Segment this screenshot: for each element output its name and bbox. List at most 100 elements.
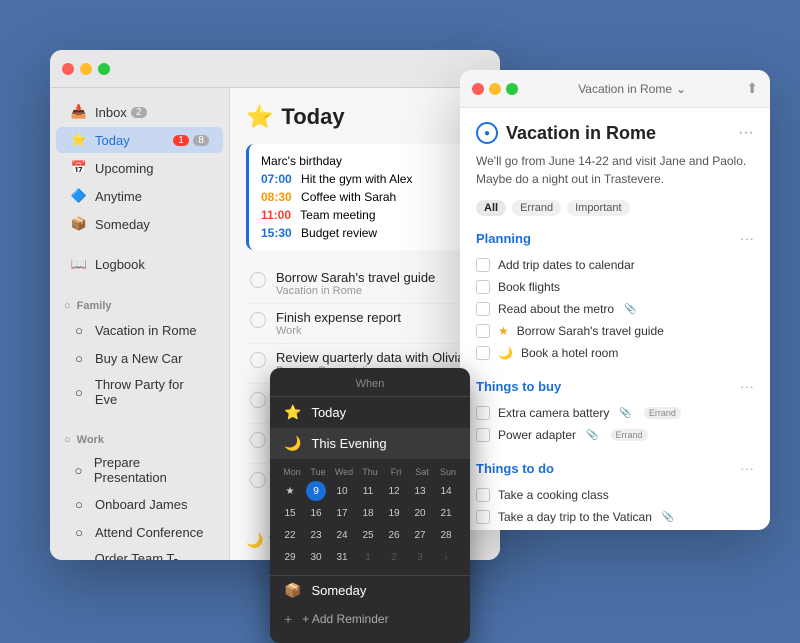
detail-task-calendar-label: Add trip dates to calendar [498, 258, 635, 272]
detail-more-button[interactable]: ··· [738, 124, 754, 142]
sidebar-item-vacation-rome[interactable]: ○ Vacation in Rome [56, 317, 223, 343]
cal-day-13[interactable]: 13 [410, 481, 430, 501]
pinned-coffee: 08:30 Coffee with Sarah [261, 188, 472, 206]
detail-close-button[interactable] [472, 83, 484, 95]
sidebar-item-inbox-label: Inbox [95, 105, 127, 120]
cal-day-17[interactable]: 17 [332, 503, 352, 523]
task-item-expense[interactable]: Finish expense report Work [246, 304, 484, 344]
cal-day-3[interactable]: 3 [410, 547, 430, 567]
sidebar-item-someday[interactable]: 📦 Someday [56, 211, 223, 237]
when-option-someday[interactable]: 📦 Someday [270, 575, 470, 605]
task-checkbox-car[interactable] [250, 432, 266, 448]
cal-day-15[interactable]: 15 [280, 503, 300, 523]
detail-task-vatican-label: Take a day trip to the Vatican [498, 510, 652, 524]
cal-day-2[interactable]: 2 [384, 547, 404, 567]
cal-day-25[interactable]: 25 [358, 525, 378, 545]
cal-day-29[interactable]: 29 [280, 547, 300, 567]
filter-tab-errand[interactable]: Errand [512, 200, 561, 216]
filter-tab-all[interactable]: All [476, 200, 506, 216]
sidebar-item-anytime[interactable]: 🔷 Anytime [56, 183, 223, 209]
sidebar-item-logbook[interactable]: 📖 Logbook [56, 251, 223, 277]
family-section-icon: ○ [64, 300, 71, 312]
sidebar-item-vacation-rome-label: Vacation in Rome [95, 323, 197, 338]
detail-checkbox-camera[interactable] [476, 406, 490, 420]
cal-day-27[interactable]: 27 [410, 525, 430, 545]
close-button[interactable] [62, 63, 74, 75]
cal-day-23[interactable]: 23 [306, 525, 326, 545]
detail-task-calendar[interactable]: Add trip dates to calendar [476, 254, 754, 276]
cal-day-16[interactable]: 16 [306, 503, 326, 523]
filter-tab-important[interactable]: Important [567, 200, 629, 216]
detail-checkbox-metro[interactable] [476, 302, 490, 316]
cal-day-star[interactable]: ★ [280, 481, 300, 501]
detail-task-cooking[interactable]: Take a cooking class [476, 484, 754, 506]
detail-checkbox-hotel-room[interactable] [476, 346, 490, 360]
cal-day-28[interactable]: 28 [436, 525, 456, 545]
sidebar-item-upcoming[interactable]: 📅 Upcoming [56, 155, 223, 181]
detail-task-vatican[interactable]: Take a day trip to the Vatican 📎 [476, 506, 754, 528]
detail-task-flights[interactable]: Book flights [476, 276, 754, 298]
cal-day-9[interactable]: 9 [306, 481, 326, 501]
add-reminder-plus-icon: + [284, 611, 292, 627]
cal-day-30[interactable]: 30 [306, 547, 326, 567]
cal-day-26[interactable]: 26 [384, 525, 404, 545]
detail-checkbox-travel-guide[interactable] [476, 324, 490, 338]
detail-checkbox-vatican[interactable] [476, 510, 490, 524]
cal-day-12[interactable]: 12 [384, 481, 404, 501]
task-checkbox-borrow[interactable] [250, 272, 266, 288]
when-option-today[interactable]: ⭐ Today [270, 397, 470, 428]
detail-checkbox-flights[interactable] [476, 280, 490, 294]
detail-checkbox-cooking[interactable] [476, 488, 490, 502]
detail-minimize-button[interactable] [489, 83, 501, 95]
task-checkbox-catering[interactable] [250, 392, 266, 408]
cal-thu: Thu [358, 467, 382, 477]
sidebar-item-buy-car[interactable]: ○ Buy a New Car [56, 345, 223, 371]
detail-task-travel-guide-label: Borrow Sarah's travel guide [517, 324, 664, 338]
task-sub-borrow: Vacation in Rome [276, 285, 480, 297]
sidebar-item-prepare-pres[interactable]: ○ Prepare Presentation [56, 451, 223, 489]
pinned-budget: 15:30 Budget review [261, 224, 472, 242]
cal-day-19[interactable]: 19 [384, 503, 404, 523]
when-popup: When ⭐ Today 🌙 This Evening Mon Tue Wed … [270, 368, 470, 643]
detail-share-icon[interactable]: ⬆ [746, 80, 758, 97]
minimize-button[interactable] [80, 63, 92, 75]
cal-day-10[interactable]: 10 [332, 481, 352, 501]
cal-mon: Mon [280, 467, 304, 477]
task-item-borrow[interactable]: Borrow Sarah's travel guide Vacation in … [246, 264, 484, 304]
detail-task-metro[interactable]: Read about the metro 📎 [476, 298, 754, 320]
cal-day-20[interactable]: 20 [410, 503, 430, 523]
cal-day-gt[interactable]: › [436, 547, 456, 567]
detail-task-camera[interactable]: Extra camera battery 📎 Errand [476, 402, 754, 424]
sidebar-item-onboard-james[interactable]: ○ Onboard James [56, 491, 223, 517]
when-popup-title: When [270, 378, 470, 397]
detail-task-travel-guide[interactable]: ★ Borrow Sarah's travel guide [476, 320, 754, 342]
task-checkbox-conf-call[interactable] [250, 472, 266, 488]
sidebar-item-order-tshirts[interactable]: ○ Order Team T-Shirts [56, 547, 223, 560]
things-to-buy-header: Things to buy ··· [476, 378, 754, 394]
task-checkbox-review[interactable] [250, 352, 266, 368]
detail-task-power-adapter[interactable]: Power adapter 📎 Errand [476, 424, 754, 446]
sidebar-item-attend-conf[interactable]: ○ Attend Conference [56, 519, 223, 545]
detail-checkbox-power-adapter[interactable] [476, 428, 490, 442]
task-checkbox-expense[interactable] [250, 312, 266, 328]
cal-day-11[interactable]: 11 [358, 481, 378, 501]
when-option-add-reminder[interactable]: + + Add Reminder [270, 605, 470, 633]
cal-day-1[interactable]: 1 [358, 547, 378, 567]
detail-task-hotel-room[interactable]: 🌙 Book a hotel room [476, 342, 754, 364]
cal-day-21[interactable]: 21 [436, 503, 456, 523]
planning-more-button[interactable]: ··· [740, 230, 754, 246]
sidebar-item-throw-party[interactable]: ○ Throw Party for Eve [56, 373, 223, 411]
things-to-do-more-button[interactable]: ··· [740, 460, 754, 476]
detail-fullscreen-button[interactable] [506, 83, 518, 95]
sidebar-item-today[interactable]: ⭐ Today 1 8 [56, 127, 223, 153]
things-to-buy-more-button[interactable]: ··· [740, 378, 754, 394]
detail-checkbox-calendar[interactable] [476, 258, 490, 272]
fullscreen-button[interactable] [98, 63, 110, 75]
cal-day-24[interactable]: 24 [332, 525, 352, 545]
cal-day-18[interactable]: 18 [358, 503, 378, 523]
cal-day-22[interactable]: 22 [280, 525, 300, 545]
cal-day-31[interactable]: 31 [332, 547, 352, 567]
when-option-evening[interactable]: 🌙 This Evening [270, 428, 470, 459]
sidebar-item-inbox[interactable]: 📥 Inbox 2 [56, 99, 223, 125]
cal-day-14[interactable]: 14 [436, 481, 456, 501]
